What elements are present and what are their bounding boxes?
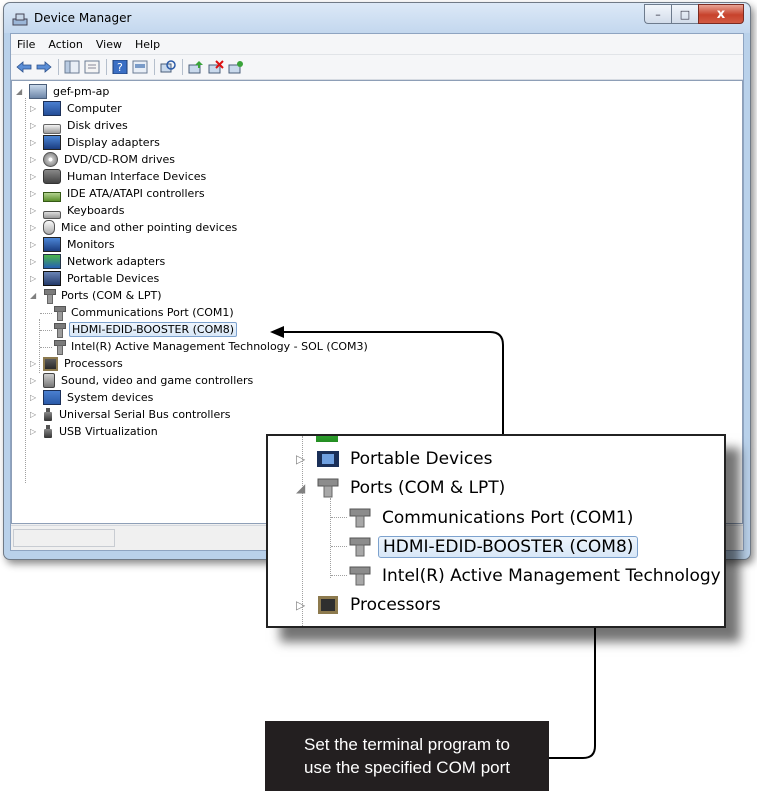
portable-device-icon bbox=[316, 449, 340, 469]
port-icon bbox=[348, 537, 372, 557]
zoom-label: Intel(R) Active Management Technology bbox=[382, 566, 721, 586]
arrow-to-tree-item bbox=[282, 331, 504, 434]
zoom-label: Processors bbox=[350, 595, 441, 615]
zoom-label: HDMI-EDID-BOOSTER (COM8) bbox=[378, 536, 639, 558]
network-adapter-icon bbox=[316, 436, 338, 442]
port-icon bbox=[316, 478, 340, 498]
zoom-row-processors: ▷ Processors bbox=[296, 591, 445, 619]
processor-icon bbox=[316, 595, 340, 615]
zoom-row-hdmi-edid-booster: HDMI-EDID-BOOSTER (COM8) bbox=[348, 533, 639, 561]
zoom-row-ports: ◢ Ports (COM & LPT) bbox=[296, 474, 509, 502]
port-icon bbox=[348, 566, 372, 586]
zoom-row-portable-devices: ▷ Portable Devices bbox=[296, 445, 497, 473]
tree-guide-line bbox=[331, 546, 347, 547]
zoom-row-intel-amt: Intel(R) Active Management Technology bbox=[348, 562, 724, 590]
instruction-line-2: use the specified COM port bbox=[304, 758, 510, 777]
zoom-tree: ▷ Portable Devices ◢ Ports (COM & LPT) C… bbox=[268, 436, 724, 626]
tree-guide-line bbox=[330, 498, 331, 578]
tree-guide-line bbox=[331, 517, 347, 518]
tree-guide-line bbox=[331, 575, 347, 576]
collapse-arrow-icon: ◢ bbox=[296, 481, 306, 495]
expand-arrow-icon: ▷ bbox=[296, 598, 306, 612]
zoom-callout: ▷ Portable Devices ◢ Ports (COM & LPT) C… bbox=[266, 434, 726, 628]
port-icon bbox=[348, 508, 372, 528]
zoom-row-com1: Communications Port (COM1) bbox=[348, 504, 637, 532]
instruction-line-1: Set the terminal program to bbox=[304, 735, 510, 754]
zoom-label: Communications Port (COM1) bbox=[382, 508, 634, 528]
expand-arrow-icon: ▷ bbox=[296, 452, 306, 466]
instruction-callout: Set the terminal program to use the spec… bbox=[265, 721, 549, 791]
zoom-label: Portable Devices bbox=[350, 449, 493, 469]
arrowhead-icon bbox=[270, 326, 284, 338]
callout-arrows bbox=[270, 326, 601, 759]
zoom-label: Ports (COM & LPT) bbox=[350, 478, 506, 498]
